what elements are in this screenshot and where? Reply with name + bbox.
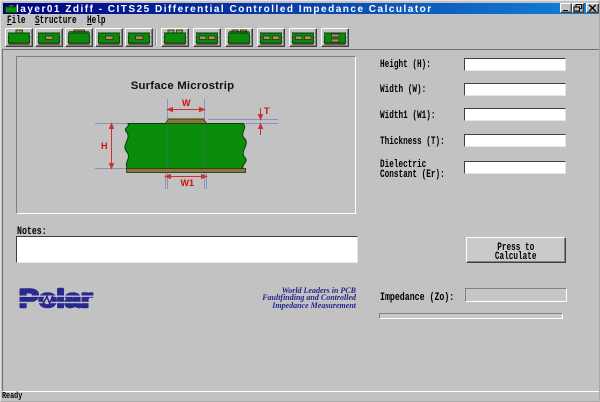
svg-text:H: H [101,141,108,151]
svg-text:W1: W1 [181,178,195,188]
svg-text:T: T [264,106,270,116]
svg-text:W: W [182,98,191,108]
svg-text:Polar: Polar [19,285,93,313]
